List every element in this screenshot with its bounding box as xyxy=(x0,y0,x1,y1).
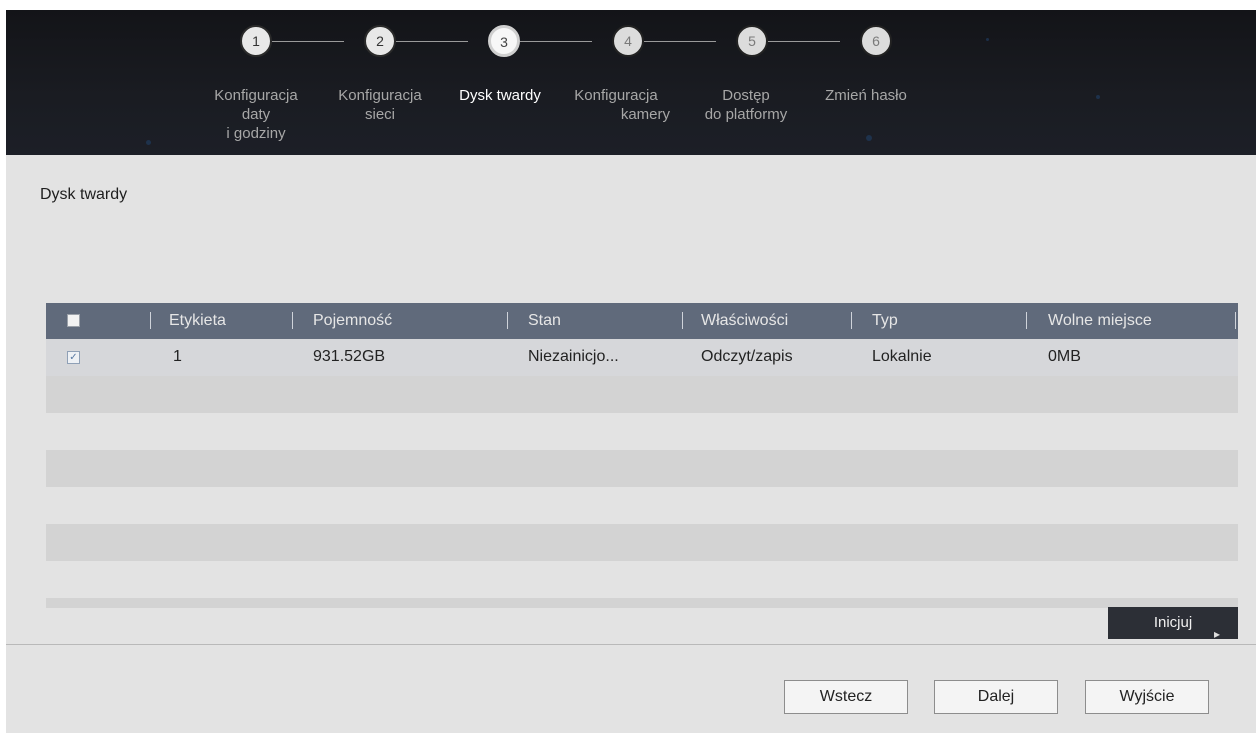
step-6-label: Zmień hasło xyxy=(806,86,926,105)
step-3-label: Dysk twardy xyxy=(440,86,560,105)
back-button[interactable]: Wstecz xyxy=(784,680,908,714)
table-row[interactable]: ✓ 1 931.52GB Niezainicjo... Odczyt/zapis… xyxy=(46,339,1238,376)
decor-dot xyxy=(1096,95,1100,99)
column-header-capacity[interactable]: Pojemność xyxy=(313,312,392,330)
column-header-free-space[interactable]: Wolne miejsce xyxy=(1048,312,1152,330)
row-checkbox[interactable]: ✓ xyxy=(67,351,80,364)
column-header-type[interactable]: Typ xyxy=(872,312,898,330)
column-divider xyxy=(150,312,151,329)
table-row-empty xyxy=(46,598,1238,608)
table-row-empty xyxy=(46,413,1238,450)
column-header-label[interactable]: Etykieta xyxy=(169,312,226,330)
step-label-line: Dostęp xyxy=(722,87,770,104)
table-row-empty xyxy=(46,561,1238,598)
cell-capacity: 931.52GB xyxy=(313,348,386,365)
exit-button[interactable]: Wyjście xyxy=(1085,680,1209,714)
column-divider xyxy=(292,312,293,329)
step-label-line: daty xyxy=(241,106,271,123)
step-connector xyxy=(396,41,468,42)
decor-dot xyxy=(146,140,151,145)
column-header-status[interactable]: Stan xyxy=(528,312,561,330)
step-5-label: Dostęp do platformy xyxy=(686,86,806,124)
cell-property: Odczyt/zapis xyxy=(701,348,793,365)
step-2-label: Konfiguracja sieci xyxy=(320,86,440,124)
select-all-checkbox[interactable] xyxy=(67,314,80,327)
step-connector xyxy=(272,41,344,42)
disk-table: Etykieta Pojemność Stan Właściwości Typ … xyxy=(46,303,1238,608)
next-button[interactable]: Dalej xyxy=(934,680,1058,714)
step-6-circle[interactable]: 6 xyxy=(860,25,892,57)
step-2-circle[interactable]: 2 xyxy=(364,25,396,57)
column-divider xyxy=(851,312,852,329)
table-row-empty xyxy=(46,487,1238,524)
decor-dot xyxy=(866,135,872,141)
column-header-property[interactable]: Właściwości xyxy=(701,312,788,330)
step-4-circle[interactable]: 4 xyxy=(612,25,644,57)
column-divider xyxy=(507,312,508,329)
step-label-line: Dysk twardy xyxy=(459,87,541,104)
table-row-empty xyxy=(46,376,1238,413)
column-divider xyxy=(1235,312,1236,329)
table-row-empty xyxy=(46,524,1238,561)
step-4-label: Konfiguracja kamery xyxy=(556,86,676,124)
cell-free-space: 0MB xyxy=(1048,348,1081,365)
step-1-label: Konfiguracja daty i godziny xyxy=(196,86,316,143)
step-label-line: Konfiguracja xyxy=(214,87,298,104)
step-label-line: i godziny xyxy=(226,125,286,142)
cell-label: 1 xyxy=(173,348,182,365)
mouse-cursor-icon: ▸ xyxy=(1214,627,1221,641)
footer-divider xyxy=(6,644,1256,645)
step-label-line: kamery xyxy=(620,106,670,123)
step-connector xyxy=(644,41,716,42)
step-label-line: Konfiguracja xyxy=(338,87,422,104)
step-connector xyxy=(520,41,592,42)
step-label-line: Konfiguracja xyxy=(574,87,658,104)
cell-type: Lokalnie xyxy=(872,348,932,365)
page-title: Dysk twardy xyxy=(40,186,128,203)
decor-dot xyxy=(986,38,989,41)
column-divider xyxy=(1026,312,1027,329)
step-connector xyxy=(768,41,840,42)
step-5-circle[interactable]: 5 xyxy=(736,25,768,57)
step-label-line: do platformy xyxy=(704,106,788,123)
step-1-circle[interactable]: 1 xyxy=(240,25,272,57)
table-row-empty xyxy=(46,450,1238,487)
step-label-line: sieci xyxy=(364,106,395,123)
wizard-header: 1 2 3 4 5 6 Konfiguracja daty i godziny … xyxy=(6,10,1256,155)
column-divider xyxy=(682,312,683,329)
table-header: Etykieta Pojemność Stan Właściwości Typ … xyxy=(46,303,1238,339)
step-label-line: Zmień hasło xyxy=(825,87,907,104)
setup-wizard-window: 1 2 3 4 5 6 Konfiguracja daty i godziny … xyxy=(6,10,1256,733)
cell-status: Niezainicjo... xyxy=(528,348,619,365)
step-3-circle[interactable]: 3 xyxy=(488,25,520,57)
